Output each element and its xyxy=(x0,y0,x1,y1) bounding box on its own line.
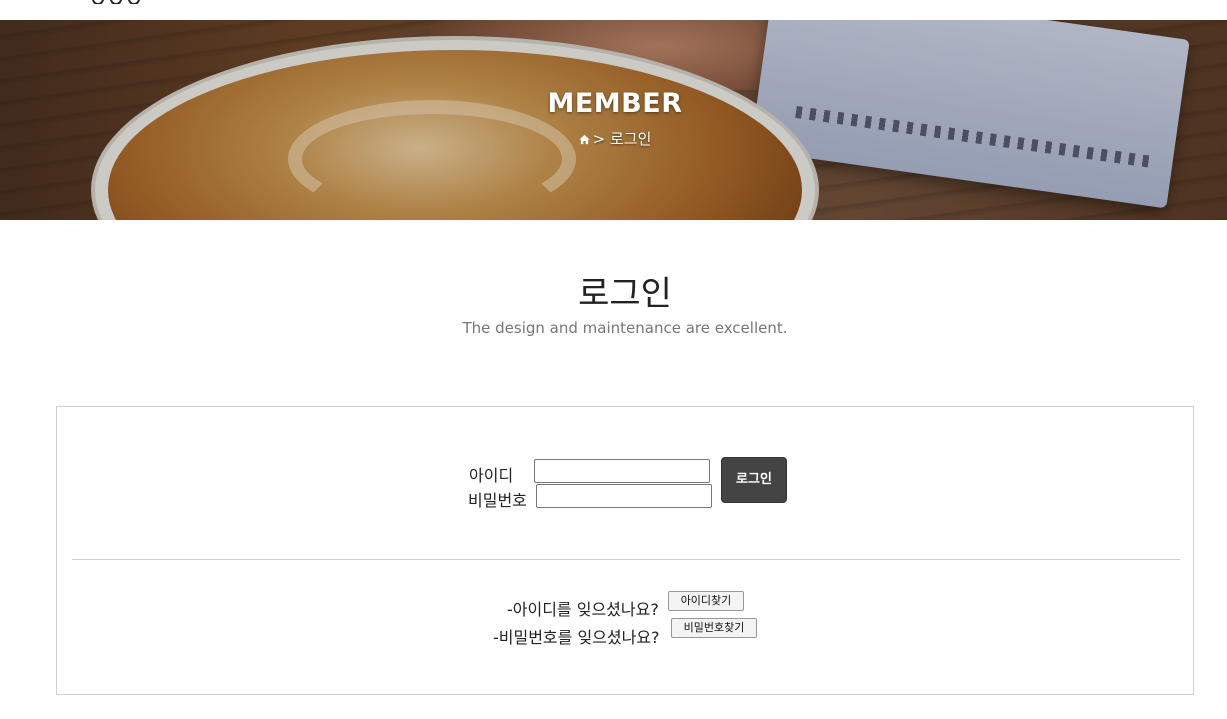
breadcrumb-current: 로그인 xyxy=(609,130,652,148)
top-nav-bar xyxy=(0,0,1227,20)
find-password-button[interactable]: 비밀번호찾기 xyxy=(671,618,757,638)
forgot-id-text: -아이디를 잊으셨나요? xyxy=(507,600,659,619)
page-subtitle: The design and maintenance are excellent… xyxy=(462,319,788,337)
id-label: 아이디 xyxy=(469,466,514,485)
id-input[interactable] xyxy=(534,459,710,483)
login-panel: 아이디 비밀번호 로그인 -아이디를 잊으셨나요? 아이디찾기 -비밀번호를 잊… xyxy=(56,406,1194,695)
breadcrumb: > 로그인 xyxy=(0,128,1227,149)
site-logo[interactable] xyxy=(92,0,182,4)
divider xyxy=(72,559,1180,560)
hero-title: MEMBER xyxy=(547,88,683,119)
login-button[interactable]: 로그인 xyxy=(721,457,787,503)
page-title: 로그인 xyxy=(578,274,672,314)
password-label: 비밀번호 xyxy=(468,491,527,510)
password-input[interactable] xyxy=(536,484,712,508)
forgot-password-text: -비밀번호를 잊으셨나요? xyxy=(493,628,660,647)
home-icon[interactable] xyxy=(579,134,590,145)
breadcrumb-separator: > xyxy=(592,130,606,148)
hero-banner: MEMBER > 로그인 xyxy=(0,20,1227,220)
find-id-button[interactable]: 아이디찾기 xyxy=(668,591,744,611)
